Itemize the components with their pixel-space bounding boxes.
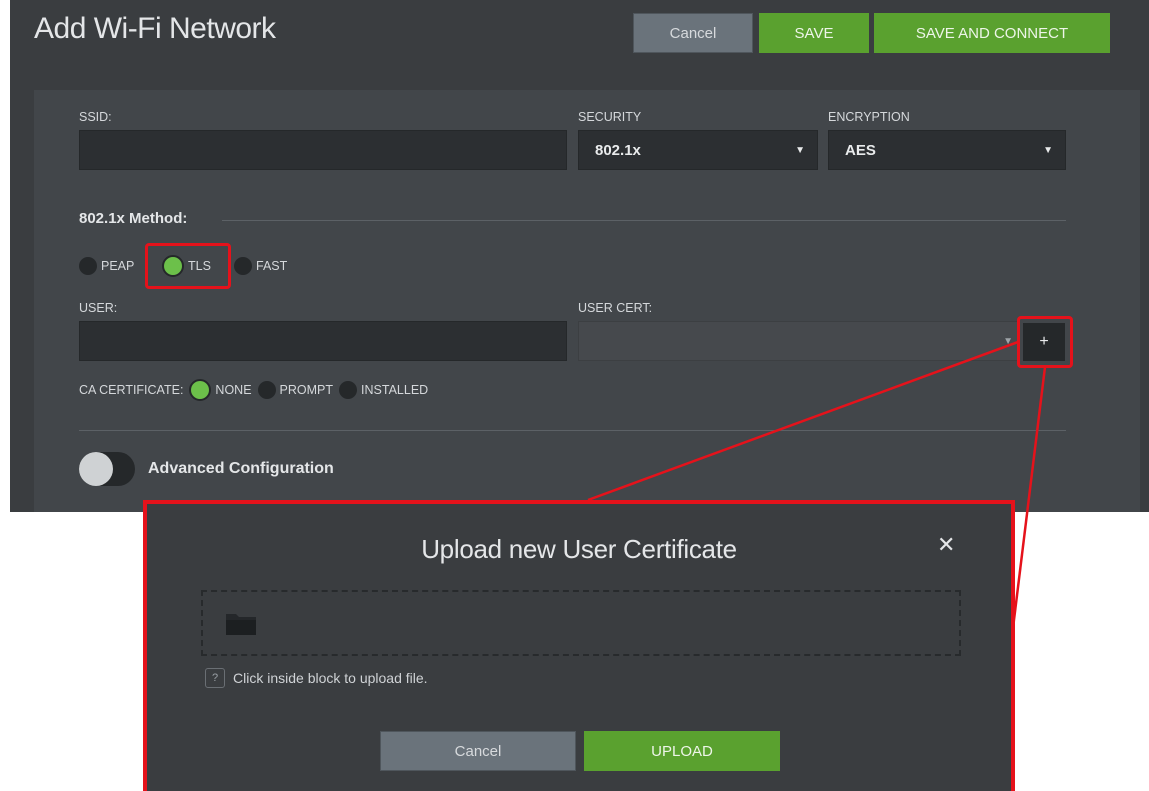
user-cert-label: USER CERT:	[578, 301, 653, 315]
method-option-fast[interactable]: FAST	[234, 256, 287, 276]
upload-help: ? Click inside block to upload file.	[205, 668, 428, 688]
ca-option-prompt[interactable]: PROMPT	[257, 381, 339, 399]
ca-prompt-label: PROMPT	[279, 383, 334, 397]
radio-on-icon	[189, 379, 212, 401]
radio-off-icon	[79, 257, 97, 275]
radio-off-icon	[234, 257, 252, 275]
radio-off-icon	[339, 381, 358, 399]
method-option-tls[interactable]: TLS	[162, 255, 211, 277]
security-select[interactable]: 802.1x ▼	[578, 130, 818, 170]
method-fast-label: FAST	[256, 259, 288, 273]
ca-option-none[interactable]: NONE	[189, 379, 257, 401]
help-icon: ?	[205, 668, 225, 688]
modal-title: Upload new User Certificate	[421, 534, 737, 564]
modal-cancel-button[interactable]: Cancel	[380, 731, 576, 771]
method-tls-label: TLS	[188, 259, 211, 273]
advanced-config-label: Advanced Configuration	[148, 460, 334, 477]
chevron-down-icon: ▼	[795, 145, 805, 156]
help-text: Click inside block to upload file.	[233, 670, 428, 686]
user-input[interactable]	[79, 321, 567, 361]
method-peap-label: PEAP	[101, 259, 135, 273]
ssid-label: SSID:	[79, 110, 112, 124]
network-form-panel: SSID: SECURITY 802.1x ▼ ENCRYPTION AES ▼…	[34, 90, 1140, 512]
add-wifi-network-screen: Add Wi-Fi Network Cancel SAVE SAVE AND C…	[10, 0, 1149, 512]
user-label: USER:	[79, 301, 118, 315]
radio-on-icon	[162, 255, 184, 277]
radio-off-icon	[257, 381, 276, 399]
section-divider	[79, 430, 1066, 431]
upload-cert-modal: Upload new User Certificate ✕ ? Click in…	[143, 500, 1015, 791]
method-heading: 802.1x Method:	[79, 210, 188, 227]
save-and-connect-button[interactable]: SAVE AND CONNECT	[874, 13, 1110, 53]
save-button[interactable]: SAVE	[759, 13, 869, 53]
page-title: Add Wi-Fi Network	[34, 12, 276, 45]
method-divider	[222, 220, 1066, 221]
upload-button[interactable]: UPLOAD	[584, 731, 780, 771]
chevron-down-icon: ▼	[1003, 336, 1013, 347]
user-cert-select[interactable]: ▼	[578, 321, 1018, 361]
close-icon[interactable]: ✕	[937, 532, 955, 558]
upload-dropzone[interactable]	[201, 590, 961, 656]
add-user-cert-button[interactable]: +	[1023, 323, 1065, 361]
method-option-peap[interactable]: PEAP	[79, 256, 134, 276]
ssid-input[interactable]	[79, 130, 567, 170]
toggle-knob	[79, 452, 113, 486]
security-label: SECURITY	[578, 110, 642, 124]
advanced-config-toggle[interactable]	[79, 452, 135, 486]
cancel-button[interactable]: Cancel	[633, 13, 753, 53]
ca-none-label: NONE	[215, 383, 252, 397]
ca-option-installed[interactable]: INSTALLED	[339, 381, 428, 399]
chevron-down-icon: ▼	[1043, 145, 1053, 156]
ca-certificate-label: CA CERTIFICATE:	[79, 383, 184, 397]
folder-icon	[226, 614, 256, 635]
encryption-select[interactable]: AES ▼	[828, 130, 1066, 170]
encryption-value: AES	[845, 142, 876, 159]
encryption-label: ENCRYPTION	[828, 110, 910, 124]
ca-certificate-group: CA CERTIFICATE: NONE PROMPT INSTALLED	[79, 379, 428, 401]
security-value: 802.1x	[595, 142, 641, 159]
ca-installed-label: INSTALLED	[361, 383, 429, 397]
